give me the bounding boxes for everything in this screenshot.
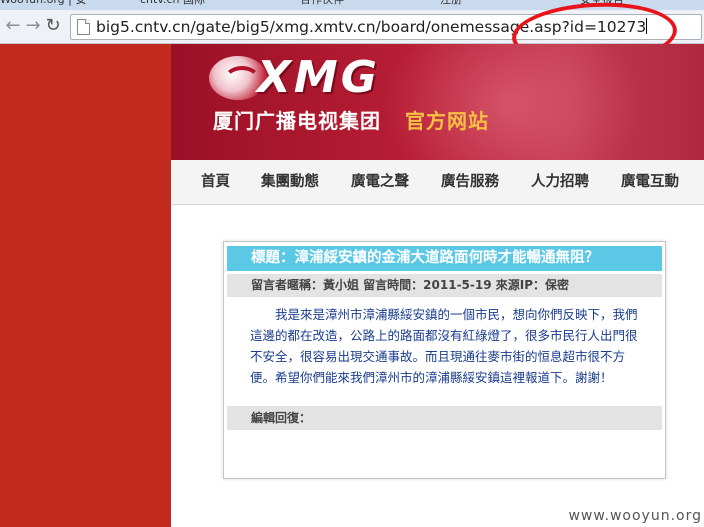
nav-item-home[interactable]: 首頁	[201, 172, 230, 192]
browser-tab[interactable]: cntv.cn 国际	[140, 0, 205, 8]
group-name: 厦门广播电视集团	[213, 109, 381, 133]
main-nav: 首頁 集團動態 廣電之聲 廣告服務 人力招聘 廣電互動	[171, 160, 704, 205]
page-icon	[77, 19, 90, 35]
browser-tab[interactable]: 注册	[440, 0, 462, 8]
forward-arrow-icon[interactable]: →	[22, 14, 44, 38]
nav-item-voice[interactable]: 廣電之聲	[351, 172, 409, 192]
site-tagline: 官方网站	[405, 109, 489, 133]
site-banner: XMG 厦门广播电视集团 官方网站	[171, 44, 704, 160]
message-title: 標題：漳浦綏安鎮的金浦大道路面何時才能暢通無阻？	[227, 246, 662, 271]
message-box: 標題：漳浦綏安鎮的金浦大道路面何時才能暢通無阻？ 留言者暱稱：黃小姐 留言時間：…	[223, 241, 666, 479]
message-body-text: 我是來是漳州市漳浦縣綏安鎮的一個市民，想向你們反映下，我們這邊的都在改造，公路上…	[250, 307, 638, 385]
nav-item-news[interactable]: 集團動態	[261, 172, 319, 192]
nav-item-ads[interactable]: 廣告服務	[441, 172, 499, 192]
site-logo[interactable]: XMG	[257, 54, 380, 102]
nav-item-jobs[interactable]: 人力招聘	[531, 172, 589, 192]
reload-icon[interactable]: ↻	[42, 14, 64, 38]
reply-label: 編輯回復：	[227, 406, 662, 430]
left-background-bar	[0, 44, 171, 527]
nav-item-interactive[interactable]: 廣電互動	[621, 172, 679, 192]
message-meta: 留言者暱稱：黃小姐 留言時間：2011-5-19 來源IP：保密	[227, 274, 662, 297]
banner-glow	[381, 44, 641, 160]
message-body: 我是來是漳州市漳浦縣綏安鎮的一個市民，想向你們反映下，我們這邊的都在改造，公路上…	[250, 304, 646, 388]
back-arrow-icon[interactable]: ←	[2, 14, 24, 38]
watermark: www.wooyun.org	[568, 508, 702, 524]
browser-tab[interactable]: WooYun.org | 安	[0, 0, 86, 8]
browser-tab[interactable]: 合作伙伴	[300, 0, 344, 8]
